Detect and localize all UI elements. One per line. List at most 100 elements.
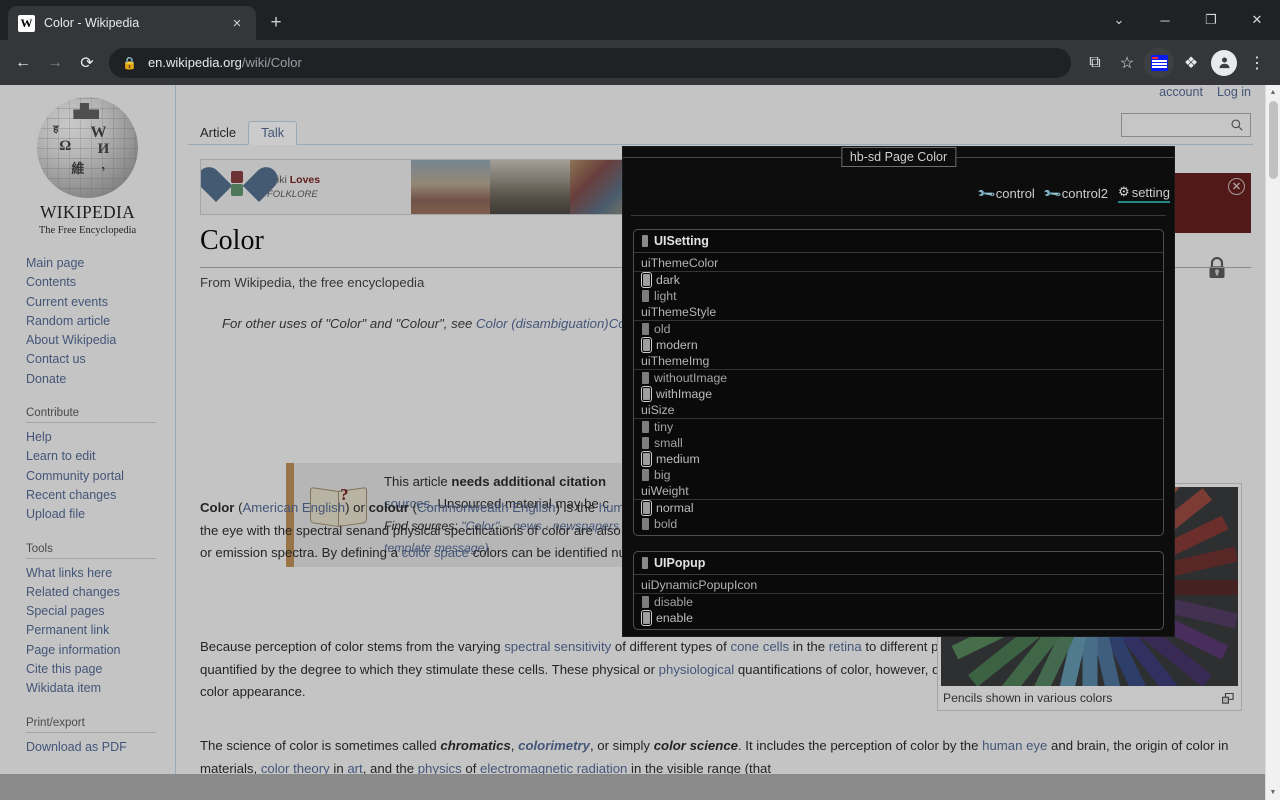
option-label: enable: [656, 611, 693, 625]
selected-marker-icon: [641, 386, 652, 402]
page-scrollbar[interactable]: ▲ ▼: [1265, 85, 1280, 800]
option-uiSize-tiny[interactable]: tiny: [634, 419, 1163, 435]
scrollbar-thumb[interactable]: [1269, 101, 1278, 179]
article-link[interactable]: spectral sensitivity: [504, 639, 611, 654]
gear-icon: ⚙: [1118, 184, 1130, 199]
sidebar-item-learn-to-edit[interactable]: Learn to edit: [26, 447, 175, 466]
thumbnail-caption: Pencils shown in various colors: [941, 686, 1238, 707]
share-icon[interactable]: ⧉: [1080, 48, 1110, 78]
tab-setting[interactable]: ⚙ setting: [1118, 184, 1170, 203]
selected-marker-icon: [641, 610, 652, 626]
wrench-icon: 🔧: [1042, 183, 1063, 204]
option-uiDynamicPopupIcon-disable[interactable]: disable: [634, 594, 1163, 610]
sidebar-item-download-as-pdf[interactable]: Download as PDF: [26, 738, 175, 757]
sidebar-item-help[interactable]: Help: [26, 428, 175, 447]
tab-talk[interactable]: Talk: [248, 121, 298, 145]
tab-article[interactable]: Article: [188, 125, 248, 144]
extensions-puzzle-icon[interactable]: ❖: [1176, 48, 1206, 78]
scroll-down-arrow[interactable]: ▼: [1266, 785, 1280, 800]
group-marker-icon: [642, 235, 648, 247]
sidebar-item-community-portal[interactable]: Community portal: [26, 467, 175, 486]
option-uiSize-big[interactable]: big: [634, 467, 1163, 483]
article-link[interactable]: cone cells: [730, 639, 789, 654]
sidebar-item-contents[interactable]: Contents: [26, 273, 175, 292]
article-link[interactable]: American English: [243, 500, 346, 515]
profile-avatar[interactable]: [1211, 49, 1237, 76]
sidebar-item-page-information[interactable]: Page information: [26, 641, 175, 660]
minimize-icon[interactable]: ─: [1142, 0, 1188, 40]
sidebar-item-related-changes[interactable]: Related changes: [26, 583, 175, 602]
unselected-marker-icon: [642, 421, 649, 433]
article-link[interactable]: color space: [402, 545, 469, 560]
chevron-down-icon[interactable]: ⌄: [1096, 0, 1142, 40]
page-color-extension-icon[interactable]: [1144, 47, 1174, 78]
browser-menu-icon[interactable]: ⋮: [1242, 48, 1272, 78]
article-text: ,: [510, 738, 519, 753]
article-text: cells. These physical or: [518, 661, 659, 677]
back-icon[interactable]: ←: [8, 48, 38, 78]
close-banner-icon[interactable]: ✕: [1228, 178, 1245, 195]
option-uiSize-medium[interactable]: medium: [634, 451, 1163, 467]
article-link[interactable]: Commonwealth English: [417, 500, 556, 515]
create-account-link[interactable]: account: [1159, 85, 1203, 99]
sidebar-item-what-links-here[interactable]: What links here: [26, 564, 175, 583]
page-viewport: ΩWИ 維יह WIKIPEDIA The Free Encyclopedia …: [0, 85, 1280, 800]
option-uiSize-small[interactable]: small: [634, 435, 1163, 451]
scroll-up-arrow[interactable]: ▲: [1266, 85, 1280, 100]
article-link[interactable]: colorimetry: [518, 738, 590, 753]
option-uiThemeColor-dark[interactable]: dark: [634, 272, 1163, 288]
article-link[interactable]: retina: [829, 639, 862, 654]
sidebar-item-donate[interactable]: Donate: [26, 370, 175, 389]
option-uiThemeImg-withImage[interactable]: withImage: [634, 386, 1163, 402]
sidebar-item-wikidata-item[interactable]: Wikidata item: [26, 679, 175, 698]
wikipedia-logo[interactable]: ΩWИ 維יह WIKIPEDIA The Free Encyclopedia: [0, 91, 175, 236]
option-uiThemeColor-light[interactable]: light: [634, 288, 1163, 304]
article-text: in the: [789, 639, 829, 654]
tab-control[interactable]: 🔧 control: [976, 183, 1035, 204]
sidebar-item-special-pages[interactable]: Special pages: [26, 602, 175, 621]
maximize-icon[interactable]: ❐: [1188, 0, 1234, 40]
article-text: The science of color is sometimes called: [200, 738, 441, 753]
bookmark-star-icon[interactable]: ☆: [1112, 48, 1142, 78]
lock-icon: 🔒: [122, 55, 137, 70]
sidebar-item-recent-changes[interactable]: Recent changes: [26, 486, 175, 505]
hatnote-link-color-disambiguation[interactable]: Color (disambiguation): [476, 316, 609, 331]
sidebar-item-random-article[interactable]: Random article: [26, 312, 175, 331]
option-uiWeight-normal[interactable]: normal: [634, 500, 1163, 516]
sidebar-item-upload-file[interactable]: Upload file: [26, 505, 175, 524]
log-in-link[interactable]: Log in: [1217, 85, 1251, 99]
option-uiThemeStyle-old[interactable]: old: [634, 321, 1163, 337]
close-window-icon[interactable]: ✕: [1234, 0, 1280, 40]
wikipedia-favicon-icon: W: [18, 14, 35, 32]
forward-icon[interactable]: →: [40, 48, 70, 78]
option-uiWeight-bold[interactable]: bold: [634, 516, 1163, 532]
overlay-tabs: 🔧 control 🔧 control2 ⚙ setting: [976, 183, 1170, 204]
option-uiDynamicPopupIcon-enable[interactable]: enable: [634, 610, 1163, 626]
sidebar-item-cite-this-page[interactable]: Cite this page: [26, 660, 175, 679]
wrench-icon: 🔧: [976, 183, 997, 204]
expand-icon[interactable]: [1222, 693, 1234, 704]
tab-setting-label: setting: [1131, 184, 1170, 200]
sidebar-item-contact-us[interactable]: Contact us: [26, 350, 175, 369]
tab-control2[interactable]: 🔧 control2: [1042, 183, 1108, 204]
address-bar[interactable]: 🔒 en.wikipedia.org/wiki/Color: [109, 47, 1071, 78]
unselected-marker-icon: [642, 518, 649, 530]
new-tab-button[interactable]: +: [262, 9, 290, 37]
group-title: UISetting: [654, 234, 709, 248]
article-link[interactable]: physiological: [659, 662, 735, 677]
sidebar-item-current-events[interactable]: Current events: [26, 293, 175, 312]
sidebar-item-about-wikipedia[interactable]: About Wikipedia: [26, 331, 175, 350]
option-uiThemeImg-withoutImage[interactable]: withoutImage: [634, 370, 1163, 386]
user-links: account Log in: [1159, 85, 1251, 99]
option-label: small: [654, 436, 683, 450]
article-link[interactable]: human eye: [982, 738, 1047, 753]
option-uiThemeStyle-modern[interactable]: modern: [634, 337, 1163, 353]
sidebar-item-permanent-link[interactable]: Permanent link: [26, 621, 175, 640]
reload-icon[interactable]: ⟳: [72, 48, 102, 78]
wiki-loves-folklore-banner[interactable]: Wiki Loves FOLKLORE: [200, 159, 650, 215]
unselected-marker-icon: [642, 323, 649, 335]
close-tab-icon[interactable]: ×: [228, 14, 246, 32]
browser-tab[interactable]: W Color - Wikipedia ×: [8, 6, 256, 40]
puzzle-heart-icon: [215, 167, 259, 207]
sidebar-item-main-page[interactable]: Main page: [26, 254, 175, 273]
